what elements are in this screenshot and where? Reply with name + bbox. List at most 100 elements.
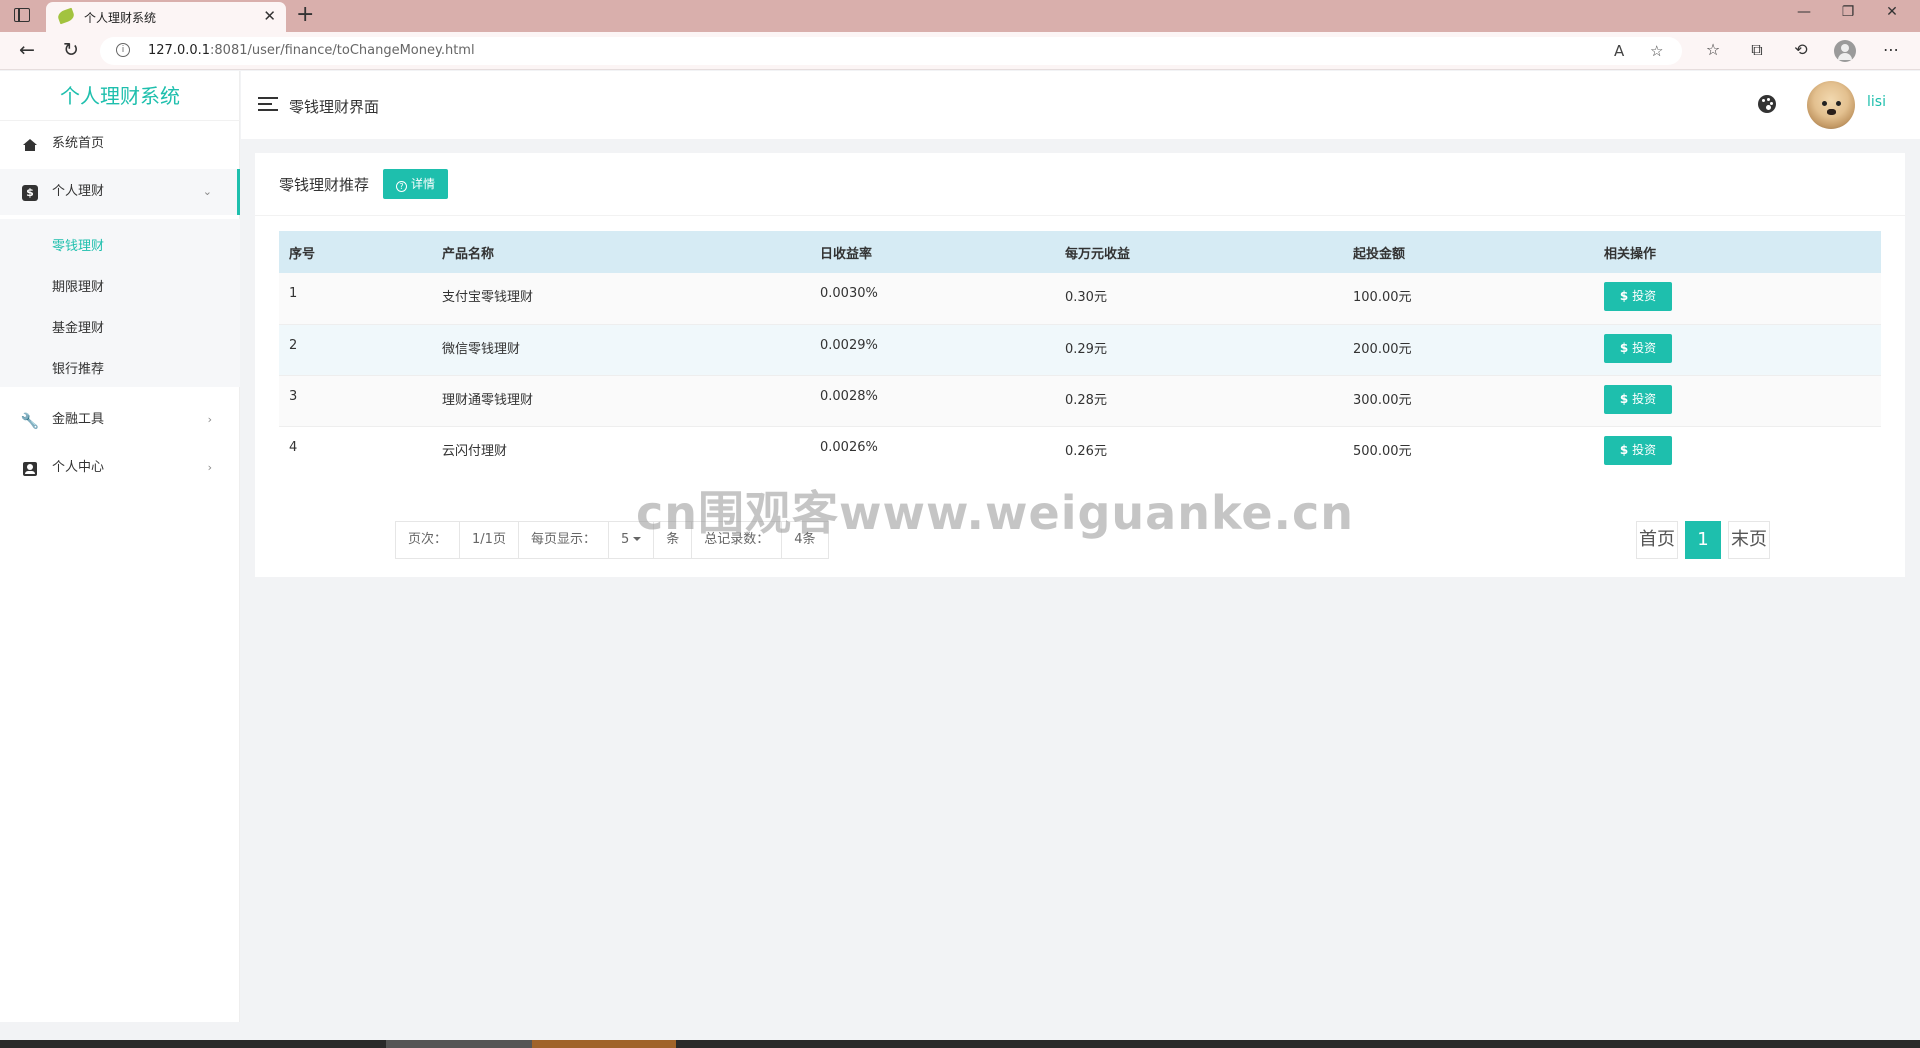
new-tab-icon[interactable]: + bbox=[296, 2, 314, 27]
col-header-actions: 相关操作 bbox=[1594, 231, 1881, 273]
tab-actions-icon[interactable] bbox=[14, 8, 30, 22]
wrench-icon: 🔧 bbox=[20, 412, 40, 430]
cell-name: 支付宝零钱理财 bbox=[432, 273, 810, 325]
sidebar-item-personal-center[interactable]: 个人中心 › bbox=[0, 445, 240, 491]
cell-min-amount: 300.00元 bbox=[1343, 375, 1594, 427]
cell-actions: $ 投资 bbox=[1594, 273, 1881, 325]
menu-toggle-icon[interactable] bbox=[258, 97, 278, 111]
cell-min-amount: 200.00元 bbox=[1343, 324, 1594, 376]
invest-button[interactable]: $ 投资 bbox=[1604, 384, 1672, 414]
user-card-icon bbox=[22, 461, 38, 477]
home-icon bbox=[22, 137, 38, 153]
add-favorite-icon[interactable]: ☆ bbox=[1650, 42, 1663, 60]
card-header: 零钱理财推荐 ? 详情 bbox=[255, 153, 1905, 216]
table-row: 4 云闪付理财 0.0026% 0.26元 500.00元 $ 投资 bbox=[279, 426, 1881, 477]
browser-toolbar: ← ↻ i 127.0.0.1:8081/user/finance/toChan… bbox=[0, 32, 1920, 70]
sidebar-item-label: 金融工具 bbox=[52, 412, 105, 427]
change-money-card: 零钱理财推荐 ? 详情 序号 产品名称 日收益率 每万元收益 起投金额 相关操作 … bbox=[255, 153, 1905, 577]
page-value: 1/1页 bbox=[460, 522, 519, 558]
question-icon: ? bbox=[396, 181, 407, 192]
invest-button[interactable]: $ 投资 bbox=[1604, 435, 1672, 465]
sidebar-item-personal-finance[interactable]: $ 个人理财 ⌄ bbox=[0, 169, 240, 215]
cell-rate: 0.0030% bbox=[810, 273, 1055, 325]
history-icon[interactable]: ⟲ bbox=[1790, 40, 1812, 59]
browser-tab[interactable]: 个人理财系统 ✕ bbox=[46, 2, 286, 32]
collections-icon[interactable]: ⧉ bbox=[1746, 40, 1768, 60]
table-header-row: 序号 产品名称 日收益率 每万元收益 起投金额 相关操作 bbox=[279, 231, 1881, 273]
cell-rate: 0.0026% bbox=[810, 426, 1055, 477]
sidebar-item-label: 个人理财 bbox=[52, 184, 105, 199]
cell-name: 云闪付理财 bbox=[432, 426, 810, 477]
col-header-rate: 日收益率 bbox=[810, 231, 1055, 273]
chevron-right-icon: › bbox=[207, 461, 212, 474]
sidebar-item-home[interactable]: 系统首页 bbox=[0, 121, 240, 167]
cell-rate: 0.0029% bbox=[810, 324, 1055, 376]
pagination-info: 页次： 1/1页 每页显示： 5 条 总记录数： 4条 bbox=[395, 521, 829, 559]
chevron-right-icon: › bbox=[207, 413, 212, 426]
col-header-income: 每万元收益 bbox=[1055, 231, 1343, 273]
sidebar-subitem-fund-finance[interactable]: 基金理财 bbox=[52, 317, 104, 336]
table-row: 3 理财通零钱理财 0.0028% 0.28元 300.00元 $ 投资 bbox=[279, 375, 1881, 427]
read-aloud-icon[interactable]: A bbox=[1614, 42, 1624, 60]
url-text[interactable]: 127.0.0.1:8081/user/finance/toChangeMone… bbox=[148, 43, 475, 58]
sidebar-item-label: 个人中心 bbox=[52, 460, 105, 475]
window-close-icon[interactable]: ✕ bbox=[1877, 4, 1907, 20]
invest-button[interactable]: $ 投资 bbox=[1604, 282, 1672, 311]
more-options-icon[interactable]: ⋯ bbox=[1880, 40, 1902, 59]
refresh-icon[interactable]: ↻ bbox=[58, 39, 84, 61]
page-label: 页次： bbox=[396, 522, 461, 558]
col-header-index: 序号 bbox=[279, 231, 432, 273]
theme-palette-icon[interactable] bbox=[1758, 95, 1776, 113]
address-bar[interactable]: i 127.0.0.1:8081/user/finance/toChangeMo… bbox=[100, 37, 1682, 65]
taskbar-app[interactable] bbox=[386, 1040, 532, 1048]
cell-actions: $ 投资 bbox=[1594, 375, 1881, 427]
table-row: 1 支付宝零钱理财 0.0030% 0.30元 100.00元 $ 投资 bbox=[279, 273, 1881, 325]
caret-down-icon bbox=[633, 537, 642, 541]
personal-finance-submenu: 零钱理财 期限理财 基金理财 银行推荐 bbox=[0, 219, 240, 387]
current-page-link[interactable]: 1 bbox=[1685, 521, 1721, 559]
site-info-icon[interactable]: i bbox=[116, 43, 130, 57]
username[interactable]: lisi bbox=[1867, 94, 1886, 110]
per-page-unit: 条 bbox=[654, 522, 693, 558]
minimize-icon[interactable]: — bbox=[1789, 4, 1819, 20]
total-value: 4条 bbox=[794, 532, 816, 547]
cell-index: 2 bbox=[279, 324, 432, 376]
sidebar-item-label: 系统首页 bbox=[52, 136, 105, 151]
pagination-links: 首页 1 末页 bbox=[1636, 521, 1770, 559]
back-icon[interactable]: ← bbox=[14, 39, 40, 61]
sidebar-subitem-bank-recommend[interactable]: 银行推荐 bbox=[52, 358, 104, 377]
sidebar-subitem-term-finance[interactable]: 期限理财 bbox=[52, 276, 104, 295]
app-logo[interactable]: 个人理财系统 bbox=[0, 71, 240, 121]
leaf-favicon-icon bbox=[56, 7, 76, 25]
page-title: 零钱理财界面 bbox=[289, 98, 380, 116]
cell-min-amount: 500.00元 bbox=[1343, 426, 1594, 477]
close-tab-icon[interactable]: ✕ bbox=[263, 7, 276, 25]
total-label: 总记录数： bbox=[692, 522, 783, 558]
restore-icon[interactable]: ❐ bbox=[1833, 4, 1863, 20]
invest-button[interactable]: $ 投资 bbox=[1604, 333, 1672, 363]
browser-profile-icon[interactable] bbox=[1834, 40, 1856, 62]
per-page-label: 每页显示： bbox=[519, 522, 609, 558]
tab-title: 个人理财系统 bbox=[84, 11, 157, 25]
cell-index: 3 bbox=[279, 375, 432, 427]
cell-income: 0.26元 bbox=[1055, 426, 1343, 477]
per-page-select[interactable]: 5 bbox=[609, 522, 655, 558]
favorites-icon[interactable]: ☆ bbox=[1702, 40, 1724, 59]
cell-index: 1 bbox=[279, 273, 432, 325]
detail-button[interactable]: ? 详情 bbox=[383, 169, 449, 199]
cell-actions: $ 投资 bbox=[1594, 324, 1881, 376]
first-page-link[interactable]: 首页 bbox=[1636, 521, 1678, 559]
cell-min-amount: 100.00元 bbox=[1343, 273, 1594, 325]
cell-income: 0.30元 bbox=[1055, 273, 1343, 325]
last-page-link[interactable]: 末页 bbox=[1728, 521, 1770, 559]
table-row: 2 微信零钱理财 0.0029% 0.29元 200.00元 $ 投资 bbox=[279, 324, 1881, 376]
sidebar-subitem-change-money[interactable]: 零钱理财 bbox=[52, 235, 104, 254]
taskbar-app[interactable] bbox=[532, 1040, 676, 1048]
chevron-down-icon: ⌄ bbox=[202, 185, 212, 198]
cell-actions: $ 投资 bbox=[1594, 426, 1881, 477]
cell-income: 0.28元 bbox=[1055, 375, 1343, 427]
avatar[interactable] bbox=[1807, 81, 1855, 129]
card-title: 零钱理财推荐 bbox=[279, 176, 370, 194]
cell-income: 0.29元 bbox=[1055, 324, 1343, 376]
sidebar-item-finance-tools[interactable]: 🔧 金融工具 › bbox=[0, 397, 240, 443]
